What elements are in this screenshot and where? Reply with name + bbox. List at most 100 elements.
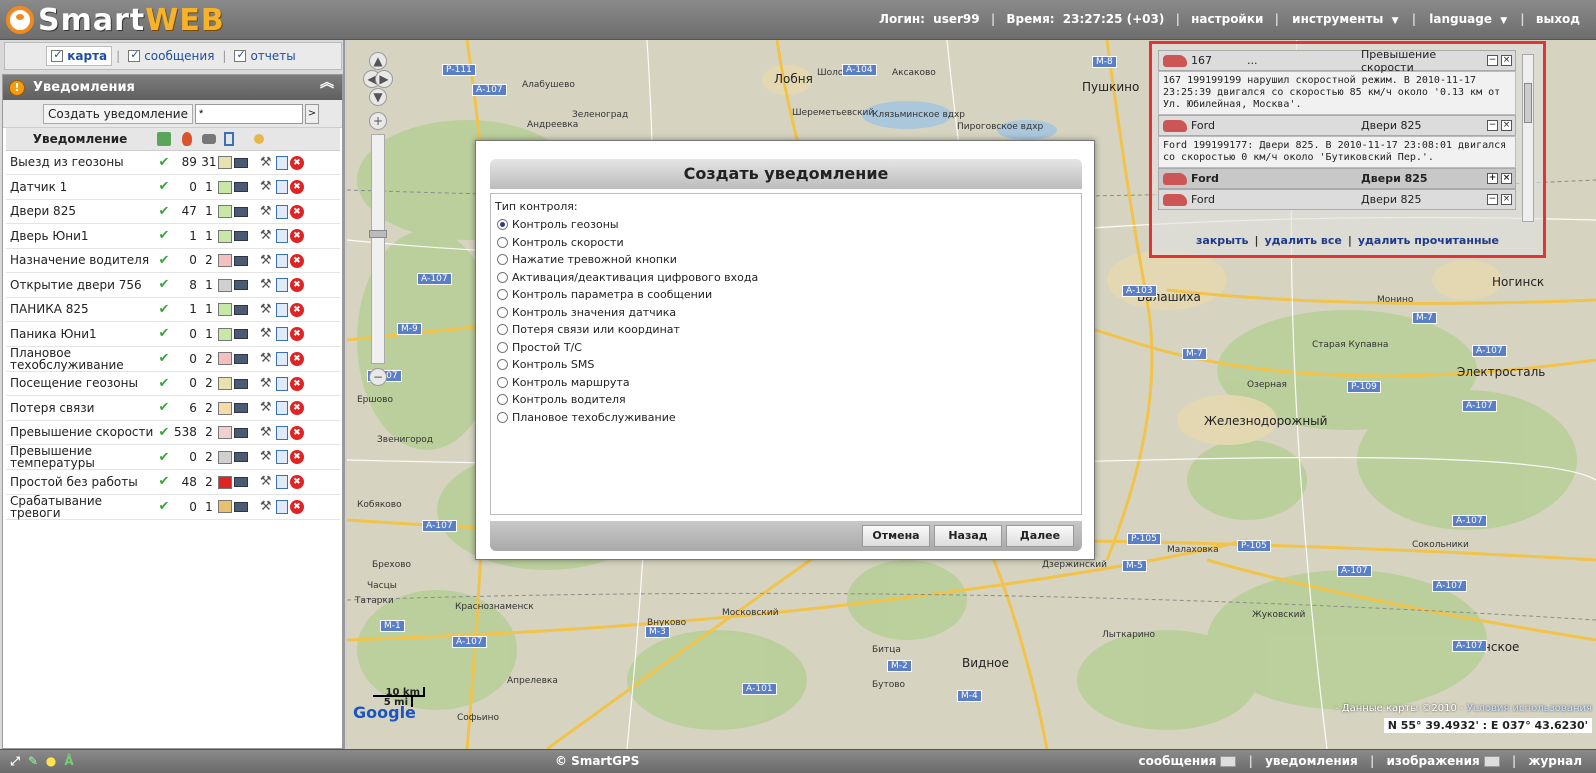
table-row[interactable]: Двери 825 ✔ 47 1 ⚒ ✖	[6, 199, 340, 224]
close-messages-link[interactable]: закрыть	[1196, 234, 1248, 247]
enabled-check-icon[interactable]: ✔	[154, 174, 174, 200]
tab-messages[interactable]: сообщения	[124, 47, 218, 65]
control-type-option[interactable]: Простой Т/С	[495, 339, 1077, 357]
settings-link[interactable]: настройки	[1191, 12, 1263, 26]
wrench-icon[interactable]: ⚒	[260, 450, 274, 464]
tab-map-checkbox[interactable]	[51, 48, 64, 62]
minimize-icon[interactable]: −	[1487, 194, 1498, 205]
control-type-option[interactable]: Нажатие тревожной кнопки	[495, 251, 1077, 269]
close-icon[interactable]: ×	[1501, 120, 1512, 131]
minimize-icon[interactable]: −	[1487, 120, 1498, 131]
control-type-option[interactable]: Активация/деактивация цифрового входа	[495, 269, 1077, 287]
message-header[interactable]: Ford Двери 825 − ×	[1158, 115, 1516, 136]
radio-button[interactable]	[497, 411, 508, 423]
tools-icon[interactable]: ✎	[26, 754, 40, 768]
table-row[interactable]: Открытие двери 756 ✔ 8 1 ⚒ ✖	[6, 272, 340, 298]
table-row[interactable]: Срабатывание тревоги ✔ 0 1 ⚒ ✖	[6, 494, 340, 520]
copy-icon[interactable]	[275, 327, 288, 341]
enabled-check-icon[interactable]: ✔	[154, 321, 174, 347]
delete-icon[interactable]: ✖	[289, 450, 304, 465]
signal-icon[interactable]: Å	[62, 754, 76, 768]
zoom-out-icon[interactable]: −	[369, 368, 387, 386]
wrench-icon[interactable]: ⚒	[260, 204, 274, 219]
delete-icon[interactable]: ✖	[289, 499, 304, 514]
control-type-option[interactable]: Контроль SMS	[495, 356, 1077, 374]
delete-icon[interactable]: ✖	[289, 204, 304, 219]
enabled-check-icon[interactable]: ✔	[154, 199, 174, 224]
copy-icon[interactable]	[275, 278, 288, 292]
table-row[interactable]: Плановое техобслуживание ✔ 0 2 ⚒ ✖	[6, 346, 340, 372]
table-row[interactable]: Простой без работы ✔ 48 2 ⚒ ✖	[6, 469, 340, 495]
enabled-check-icon[interactable]: ✔	[154, 444, 174, 470]
table-row[interactable]: Посещение геозоны ✔ 0 2 ⚒ ✖	[6, 371, 340, 396]
wrench-icon[interactable]: ⚒	[260, 351, 274, 366]
table-row[interactable]: Дверь Юни1 ✔ 1 1 ⚒ ✖	[6, 223, 340, 249]
table-row[interactable]: ПАНИКА 825 ✔ 1 1 ⚒ ✖	[6, 297, 340, 322]
copy-icon[interactable]	[275, 499, 288, 514]
tab-reports-checkbox[interactable]	[234, 48, 247, 62]
tools-menu[interactable]: инструменты ▼	[1290, 12, 1400, 26]
footer-images-link[interactable]: изображения	[1387, 754, 1500, 768]
wrench-icon[interactable]: ⚒	[260, 327, 274, 341]
enabled-check-icon[interactable]: ✔	[154, 248, 174, 273]
expand-icon[interactable]: ⤢	[8, 754, 22, 768]
enabled-check-icon[interactable]: ✔	[154, 297, 174, 322]
control-type-option[interactable]: Потеря связи или координат	[495, 321, 1077, 339]
footer-journal-link[interactable]: журнал	[1528, 754, 1582, 768]
exit-link[interactable]: выход	[1536, 12, 1580, 26]
tab-reports[interactable]: отчеты	[230, 47, 299, 65]
delete-all-link[interactable]: удалить все	[1264, 234, 1341, 247]
copy-icon[interactable]	[275, 376, 288, 391]
delete-icon[interactable]: ✖	[289, 302, 304, 317]
expand-icon[interactable]: +	[1487, 173, 1498, 184]
wrench-icon[interactable]: ⚒	[260, 499, 274, 514]
control-type-option[interactable]: Контроль водителя	[495, 391, 1077, 409]
enabled-check-icon[interactable]: ✔	[154, 150, 174, 175]
radio-button[interactable]	[497, 359, 508, 371]
enabled-check-icon[interactable]: ✔	[154, 420, 174, 445]
copy-icon[interactable]	[275, 475, 288, 489]
wrench-icon[interactable]: ⚒	[260, 278, 274, 292]
delete-icon[interactable]: ✖	[289, 155, 304, 170]
messages-scroll-thumb[interactable]	[1524, 83, 1532, 123]
pan-up-icon[interactable]: ▲	[369, 52, 387, 70]
delete-read-link[interactable]: удалить прочитанные	[1358, 234, 1499, 247]
wrench-icon[interactable]: ⚒	[260, 229, 274, 243]
delete-icon[interactable]: ✖	[289, 351, 304, 366]
tab-map[interactable]: карта	[46, 46, 113, 66]
table-row[interactable]: Выезд из геозоны ✔ 89 31 ⚒ ✖	[6, 150, 340, 175]
control-type-option[interactable]: Контроль геозоны	[495, 216, 1077, 234]
enabled-check-icon[interactable]: ✔	[154, 469, 174, 495]
copy-icon[interactable]	[275, 450, 288, 465]
wrench-icon[interactable]: ⚒	[260, 425, 274, 440]
create-notification-button[interactable]: Создать уведомление	[43, 103, 193, 124]
control-type-option[interactable]: Плановое техобслуживание	[495, 409, 1077, 427]
table-row[interactable]: Превышение скорости ✔ 538 2 ⚒ ✖	[6, 420, 340, 445]
wrench-icon[interactable]: ⚒	[260, 253, 274, 268]
delete-icon[interactable]: ✖	[289, 401, 304, 415]
copy-icon[interactable]	[275, 180, 288, 194]
copy-icon[interactable]	[275, 155, 288, 170]
enabled-check-icon[interactable]: ✔	[154, 223, 174, 249]
wrench-icon[interactable]: ⚒	[260, 180, 274, 194]
radio-button[interactable]	[497, 324, 508, 336]
close-icon[interactable]: ×	[1501, 194, 1512, 205]
delete-icon[interactable]: ✖	[289, 425, 304, 440]
delete-icon[interactable]: ✖	[289, 253, 304, 268]
radio-button[interactable]	[497, 376, 508, 388]
enabled-check-icon[interactable]: ✔	[154, 371, 174, 396]
delete-icon[interactable]: ✖	[289, 376, 304, 391]
enabled-check-icon[interactable]: ✔	[154, 494, 174, 520]
control-type-option[interactable]: Контроль значения датчика	[495, 304, 1077, 322]
control-type-option[interactable]: Контроль маршрута	[495, 374, 1077, 392]
copy-icon[interactable]	[275, 204, 288, 219]
control-type-option[interactable]: Контроль скорости	[495, 234, 1077, 252]
table-row[interactable]: Датчик 1 ✔ 0 1 ⚒ ✖	[6, 174, 340, 200]
control-type-option[interactable]: Контроль параметра в сообщении	[495, 286, 1077, 304]
enabled-check-icon[interactable]: ✔	[154, 346, 174, 372]
wrench-icon[interactable]: ⚒	[260, 155, 274, 170]
zoom-in-icon[interactable]: +	[369, 112, 387, 130]
next-button[interactable]: Далее	[1006, 525, 1074, 547]
radio-button[interactable]	[497, 341, 508, 353]
language-menu[interactable]: language ▼	[1427, 12, 1509, 26]
